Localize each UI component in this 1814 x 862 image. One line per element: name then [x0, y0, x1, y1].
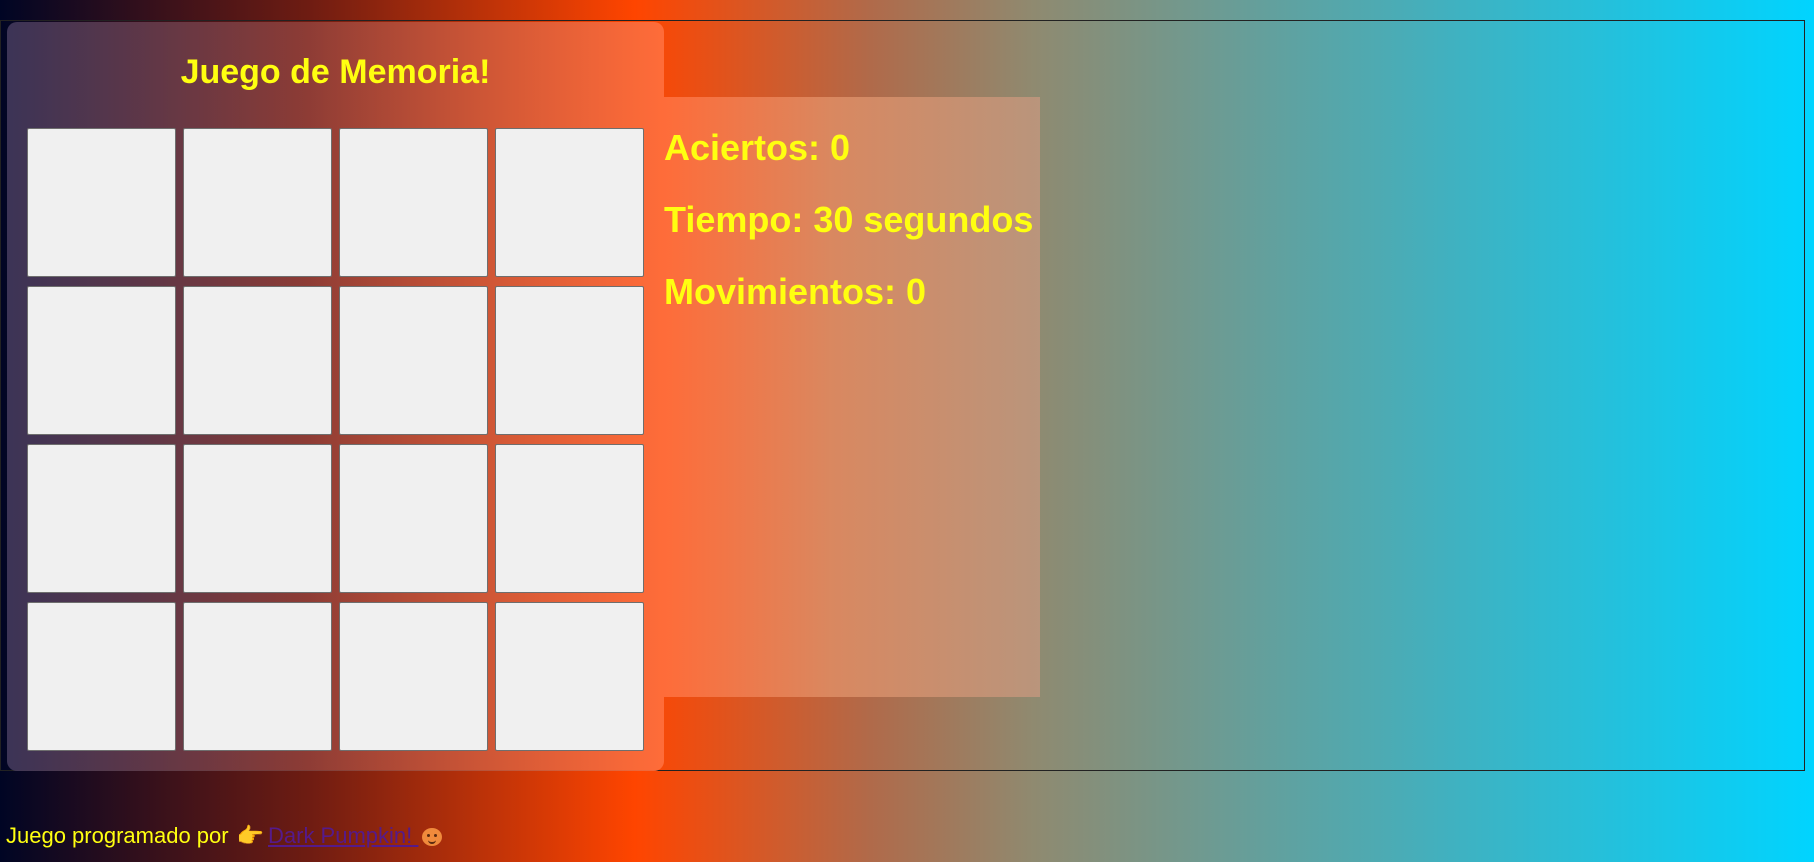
moves-counter: Movimientos: 0 [664, 271, 927, 312]
footer: Juego programado por 👉 Dark Pumpkin! [6, 823, 443, 849]
memory-card[interactable] [339, 128, 488, 277]
memory-card[interactable] [183, 128, 332, 277]
stats-panel [664, 97, 1040, 697]
pointing-hand-icon: 👉 [236, 823, 264, 848]
memory-card[interactable] [339, 286, 488, 435]
memory-card[interactable] [27, 444, 176, 593]
memory-card[interactable] [495, 602, 644, 751]
memory-card[interactable] [339, 444, 488, 593]
memory-card[interactable] [495, 286, 644, 435]
author-link[interactable]: Dark Pumpkin! [268, 823, 443, 848]
memory-card[interactable] [183, 286, 332, 435]
memory-card[interactable] [183, 602, 332, 751]
memory-card[interactable] [495, 128, 644, 277]
memory-card[interactable] [27, 128, 176, 277]
author-link-label: Dark Pumpkin! [268, 823, 413, 848]
card-grid [27, 128, 644, 751]
time-counter: Tiempo: 30 segundos [664, 199, 1034, 240]
memory-card[interactable] [27, 286, 176, 435]
pumpkin-icon [422, 828, 443, 846]
memory-card[interactable] [495, 444, 644, 593]
memory-card[interactable] [27, 602, 176, 751]
footer-text: Juego programado por [6, 823, 229, 848]
game-title: Juego de Memoria! [180, 53, 491, 91]
memory-card[interactable] [183, 444, 332, 593]
memory-card[interactable] [339, 602, 488, 751]
hits-counter: Aciertos: 0 [664, 127, 851, 168]
